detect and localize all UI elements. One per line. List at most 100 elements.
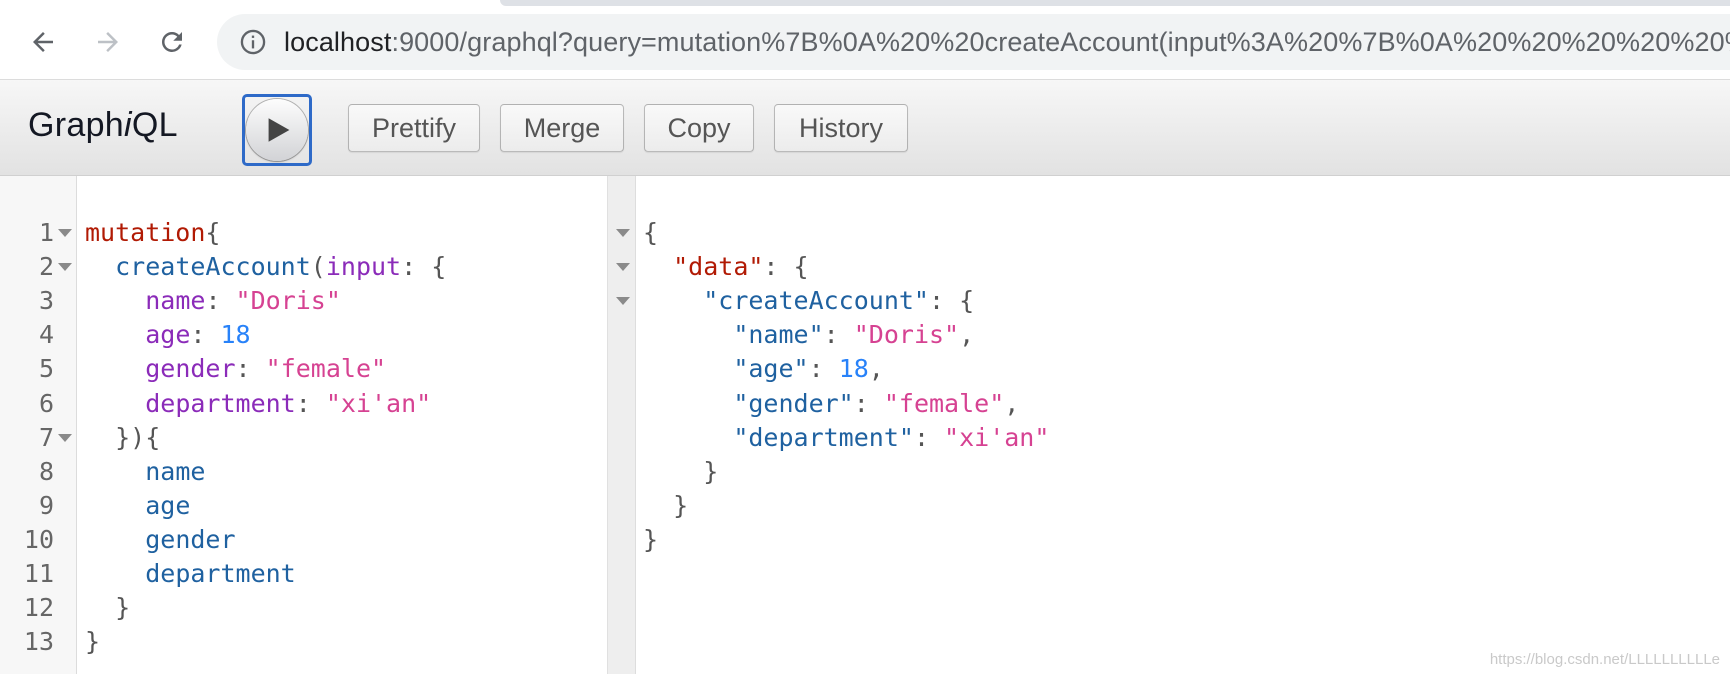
line-number: 12 (23, 593, 54, 622)
fold-toggle-icon[interactable] (58, 250, 72, 284)
title-part: QL (131, 106, 178, 144)
result-token: "createAccount" (703, 286, 929, 315)
result-code-line: { (643, 216, 658, 250)
back-button[interactable] (21, 20, 65, 64)
query-code-line: gender (85, 523, 235, 557)
line-number: 1 (38, 218, 54, 247)
line-number: 2 (38, 252, 54, 281)
reload-button[interactable] (150, 20, 194, 64)
code-token: mutation (85, 218, 206, 247)
result-token: , (868, 354, 884, 383)
result-code-line: "gender": "female", (643, 387, 1019, 421)
code-token: } (85, 627, 101, 656)
code-token: department (145, 389, 296, 418)
title-part: Graph (28, 106, 124, 144)
result-token: } (643, 457, 719, 486)
code-token: ( (310, 252, 326, 281)
history-button[interactable]: History (774, 104, 908, 152)
result-token: "department" (733, 423, 914, 452)
result-code-line: } (643, 455, 718, 489)
query-code-line: age: 18 (85, 318, 251, 352)
query-code-line: } (85, 591, 130, 625)
line-number: 4 (38, 320, 54, 349)
result-token: : (808, 354, 839, 383)
result-token: "xi'an" (944, 423, 1050, 452)
url-path: :9000/graphql?query=mutation%7B%0A%20%20… (391, 26, 1730, 57)
address-bar[interactable]: localhost:9000/graphql?query=mutation%7B… (217, 14, 1730, 70)
query-code-line: name (85, 455, 205, 489)
result-token: "Doris" (853, 320, 960, 349)
line-number: 7 (38, 423, 54, 452)
line-number: 6 (38, 389, 54, 418)
result-token: : (823, 320, 854, 349)
result-token (643, 252, 673, 281)
result-token: : { (929, 286, 975, 315)
result-token: , (1004, 389, 1020, 418)
query-code-line: } (85, 625, 100, 659)
code-token: : (235, 354, 266, 383)
arrow-left-icon (33, 32, 53, 52)
code-token: : (205, 286, 236, 315)
line-number: 9 (38, 491, 54, 520)
result-token: 18 (838, 354, 869, 383)
result-token (643, 423, 733, 452)
code-token: createAccount (115, 252, 311, 281)
play-icon (268, 118, 290, 142)
result-code-line: } (643, 523, 658, 557)
reload-icon (161, 31, 182, 52)
result-token: "gender" (733, 389, 854, 418)
result-fold-toggle-icon[interactable] (616, 250, 630, 284)
code-token: "female" (265, 354, 387, 383)
result-token: { (643, 218, 659, 247)
line-number: 13 (23, 627, 54, 656)
browser-bar: localhost:9000/graphql?query=mutation%7B… (0, 0, 1730, 80)
fold-toggle-icon[interactable] (58, 216, 72, 250)
info-icon[interactable] (239, 28, 267, 56)
result-code-line: "department": "xi'an" (643, 421, 1049, 455)
code-token: } (85, 593, 131, 622)
code-token: : (190, 320, 221, 349)
fold-toggle-icon[interactable] (58, 421, 72, 455)
result-token (643, 354, 733, 383)
result-fold-toggle-icon[interactable] (616, 216, 630, 250)
execute-query-button[interactable] (242, 94, 312, 166)
result-token (643, 286, 703, 315)
forward-button[interactable] (86, 20, 130, 64)
code-token: }){ (85, 423, 161, 452)
result-token: "female" (883, 389, 1005, 418)
title-part-italic: i (124, 106, 132, 144)
merge-button[interactable]: Merge (500, 104, 624, 152)
url-text: localhost:9000/graphql?query=mutation%7B… (284, 27, 1730, 58)
code-token: "Doris" (235, 286, 341, 315)
query-code-line: department: "xi'an" (85, 387, 431, 421)
code-token: { (205, 218, 221, 247)
result-fold-toggle-icon[interactable] (616, 284, 630, 318)
result-token: } (643, 491, 689, 520)
line-number: 11 (23, 559, 54, 588)
arrow-right-icon (98, 32, 118, 52)
code-token: : (295, 389, 326, 418)
prettify-button[interactable]: Prettify (348, 104, 480, 152)
copy-button[interactable]: Copy (644, 104, 754, 152)
result-code-line: "data": { (643, 250, 808, 284)
code-token: "xi'an" (325, 389, 432, 418)
query-code-line: mutation{ (85, 216, 220, 250)
watermark: https://blog.csdn.net/LLLLLLLLLLe (1489, 651, 1720, 668)
line-number: 3 (38, 286, 54, 315)
query-code-line: gender: "female" (85, 352, 386, 386)
result-token: : (853, 389, 884, 418)
result-code-line: "age": 18, (643, 352, 884, 386)
url-host: localhost (284, 26, 392, 57)
query-code-line: }){ (85, 421, 160, 455)
result-token: "name" (733, 320, 824, 349)
code-token: 18 (220, 320, 251, 349)
line-number: 8 (38, 457, 54, 486)
execute-button-circle (246, 99, 308, 161)
code-token: department (145, 559, 296, 588)
